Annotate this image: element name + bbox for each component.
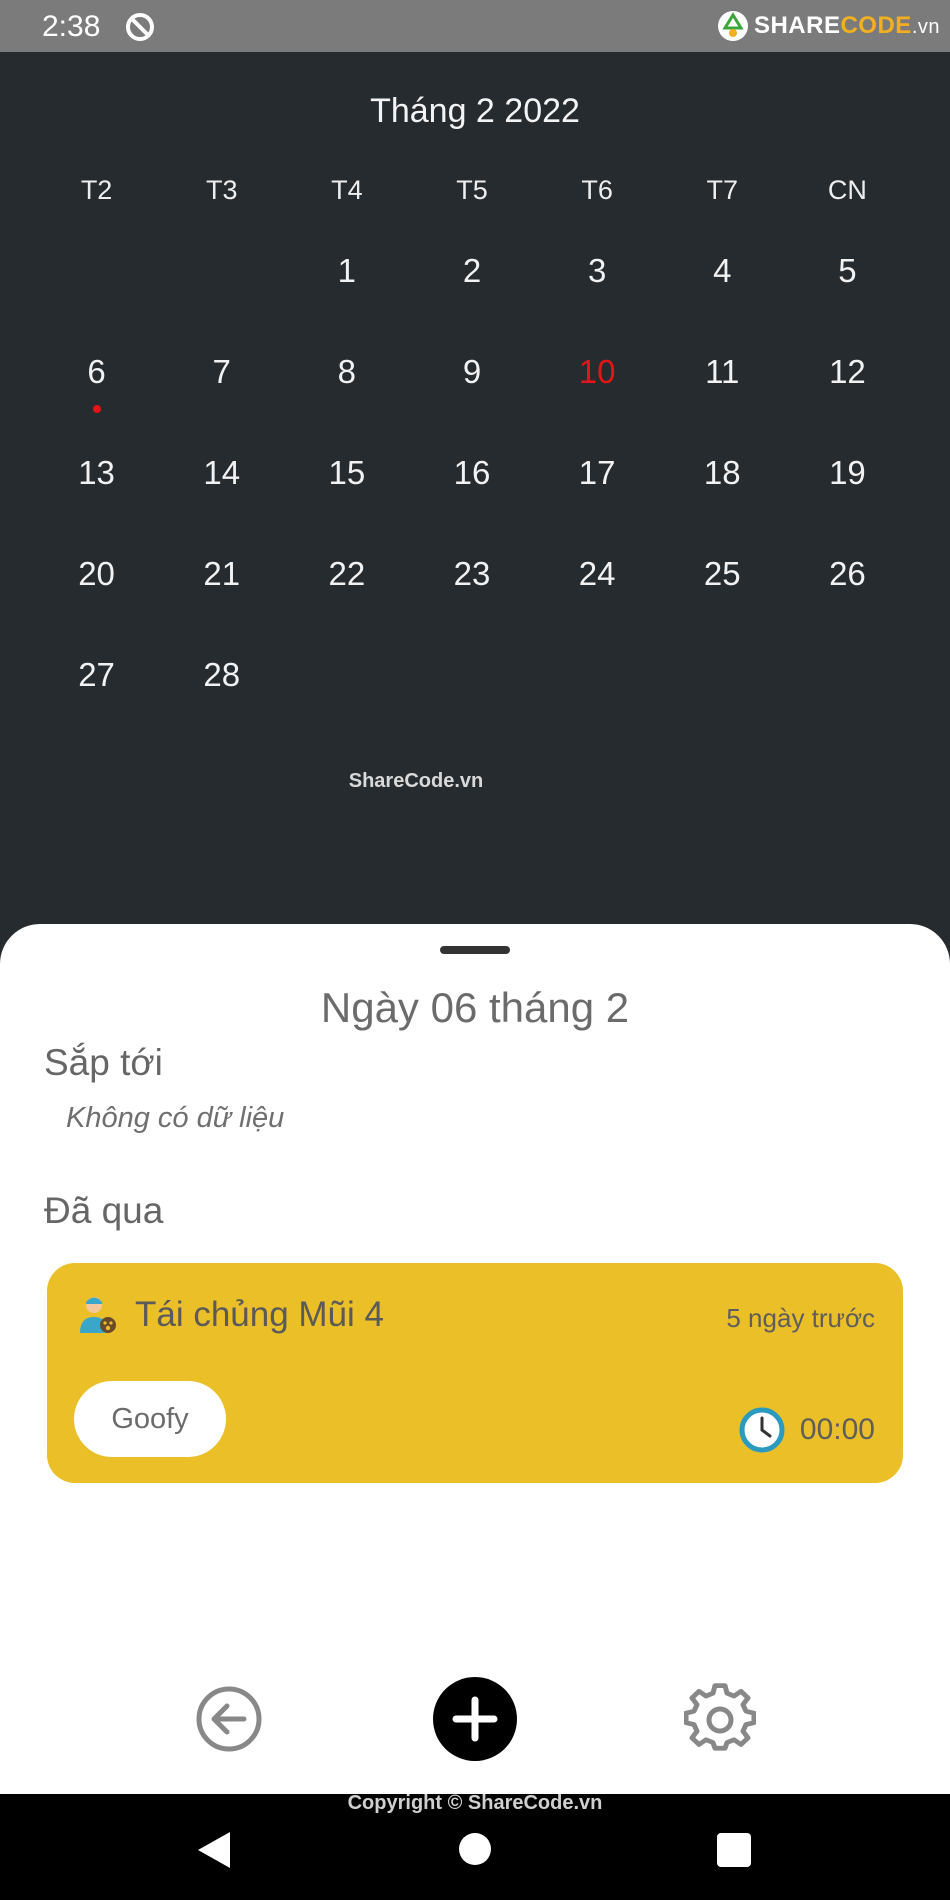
status-bar: 2:38 SHARECODE.vn	[0, 0, 950, 52]
calendar-day[interactable]: 17	[535, 440, 660, 541]
calendar-blank-cell	[34, 238, 159, 339]
weekday-header: T2	[80, 175, 113, 205]
calendar-day-number: 27	[78, 656, 115, 693]
status-time: 2:38	[42, 10, 101, 43]
calendar-day-number: 28	[203, 656, 241, 693]
veterinarian-icon	[80, 1297, 116, 1333]
watermark: ShareCode.vn	[348, 770, 484, 792]
calendar-grid: T2 T3 T4 T5 T6 T7 CN 1 2 3 4 5 6 7 8 9 10 11 12 13 14 15 16 17 1…	[34, 172, 910, 743]
calendar-day-number: 7	[212, 353, 231, 390]
calendar-day-today[interactable]: 10	[535, 339, 660, 440]
weekday-header: T7	[706, 175, 739, 205]
calendar-day-number: 4	[713, 252, 732, 289]
logo-text: SHARECODE.vn	[753, 12, 940, 39]
do-not-disturb-icon	[126, 13, 154, 41]
past-section-label: Đã qua	[44, 1190, 164, 1231]
calendar-day[interactable]: 16	[409, 440, 534, 541]
system-recents-icon[interactable]	[717, 1833, 751, 1867]
calendar-blank-cell	[159, 238, 284, 339]
calendar-day-number: 9	[462, 353, 482, 390]
calendar-day[interactable]: 3	[535, 238, 660, 339]
gear-icon[interactable]	[684, 1682, 756, 1754]
arrow-left-circle-icon[interactable]	[194, 1684, 264, 1754]
calendar-day[interactable]: 18	[660, 440, 785, 541]
calendar-day[interactable]: 7	[159, 339, 284, 440]
calendar-day[interactable]: 12	[785, 339, 910, 440]
calendar-day[interactable]: 15	[284, 440, 409, 541]
calendar-day-number: 20	[78, 555, 115, 592]
calendar-day[interactable]: 27	[34, 642, 159, 743]
calendar-day[interactable]: 2	[409, 238, 534, 339]
calendar-day-number: 25	[703, 555, 741, 592]
system-back-icon[interactable]	[194, 1830, 232, 1870]
calendar-day-number: 15	[328, 454, 366, 491]
calendar-day[interactable]: 11	[660, 339, 785, 440]
recycle-logo-icon	[717, 11, 748, 41]
pet-name-chip[interactable]: Goofy	[74, 1381, 226, 1457]
calendar-day[interactable]: 26	[785, 541, 910, 642]
event-marker-dot	[92, 405, 101, 413]
event-title: Tái chủng Mũi 4	[135, 1295, 385, 1334]
calendar-day[interactable]: 14	[159, 440, 284, 541]
copyright-watermark: Copyright © ShareCode.vn	[347, 1792, 603, 1814]
calendar-day-number: 23	[453, 555, 491, 592]
calendar-day[interactable]: 23	[409, 541, 534, 642]
weekday-header: CN	[827, 175, 867, 205]
calendar-day[interactable]: 4	[660, 238, 785, 339]
weekday-header: T4	[331, 175, 363, 205]
calendar-day[interactable]: 22	[284, 541, 409, 642]
calendar-day-number: 19	[829, 454, 866, 491]
calendar-day[interactable]: 5	[785, 238, 910, 339]
plus-circle-icon[interactable]	[432, 1676, 518, 1762]
calendar-day[interactable]: 8	[284, 339, 409, 440]
calendar-day-number: 13	[78, 454, 115, 491]
calendar-day[interactable]: 19	[785, 440, 910, 541]
calendar-day[interactable]: 24	[535, 541, 660, 642]
empty-state-text: Không có dữ liệu	[66, 1102, 285, 1134]
calendar-day[interactable]: 20	[34, 541, 159, 642]
calendar-day-number: 3	[587, 252, 607, 289]
weekday-header: T6	[581, 175, 613, 205]
weekday-header: T3	[205, 175, 238, 205]
calendar-day-number: 8	[337, 353, 357, 390]
event-time: 00:00	[799, 1413, 875, 1446]
calendar-day[interactable]: 21	[159, 541, 284, 642]
calendar-day[interactable]: 9	[409, 339, 534, 440]
calendar-day-number: 2	[462, 252, 482, 289]
clock-icon	[739, 1407, 785, 1453]
calendar-day[interactable]: 6	[34, 339, 159, 440]
calendar-day[interactable]: 1	[284, 238, 409, 339]
event-card[interactable]: Tái chủng Mũi 4 5 ngày trước Goofy 00:00	[47, 1263, 903, 1483]
calendar-day-number: 11	[705, 353, 740, 390]
calendar-day[interactable]: 28	[159, 642, 284, 743]
calendar-month-title[interactable]: Tháng 2 2022	[0, 92, 950, 131]
calendar-day-number: 16	[453, 454, 491, 491]
weekday-header: T5	[456, 175, 488, 205]
event-relative-time: 5 ngày trước	[726, 1303, 875, 1333]
bottom-nav	[0, 1660, 950, 1780]
calendar: Tháng 2 2022 T2 T3 T4 T5 T6 T7 CN 1 2 3 4 5 6 7 8 9 10 11…	[0, 52, 950, 932]
calendar-day-number: 22	[328, 555, 366, 592]
calendar-day-number: 10	[578, 353, 616, 390]
calendar-day-number: 12	[829, 353, 866, 390]
calendar-day-number: 24	[578, 555, 616, 592]
calendar-day[interactable]: 13	[34, 440, 159, 541]
system-home-icon[interactable]	[459, 1833, 491, 1865]
calendar-day-number: 26	[829, 555, 866, 592]
calendar-day-number: 6	[87, 353, 106, 390]
calendar-day[interactable]: 25	[660, 541, 785, 642]
drag-handle[interactable]	[440, 946, 510, 954]
upcoming-section-label: Sắp tới	[44, 1042, 163, 1083]
calendar-day-number: 18	[703, 454, 741, 491]
calendar-day-number: 1	[337, 252, 357, 289]
sharecode-logo: SHARECODE.vn	[716, 8, 940, 44]
selected-day-title: Ngày 06 tháng 2	[320, 984, 630, 1031]
calendar-day-number: 5	[838, 252, 857, 289]
calendar-day-number: 14	[203, 454, 241, 491]
calendar-day-number: 21	[203, 555, 241, 592]
day-detail-sheet: Ngày 06 tháng 2 Sắp tới Không có dữ liệu…	[0, 924, 950, 1794]
calendar-day-number: 17	[578, 454, 616, 491]
